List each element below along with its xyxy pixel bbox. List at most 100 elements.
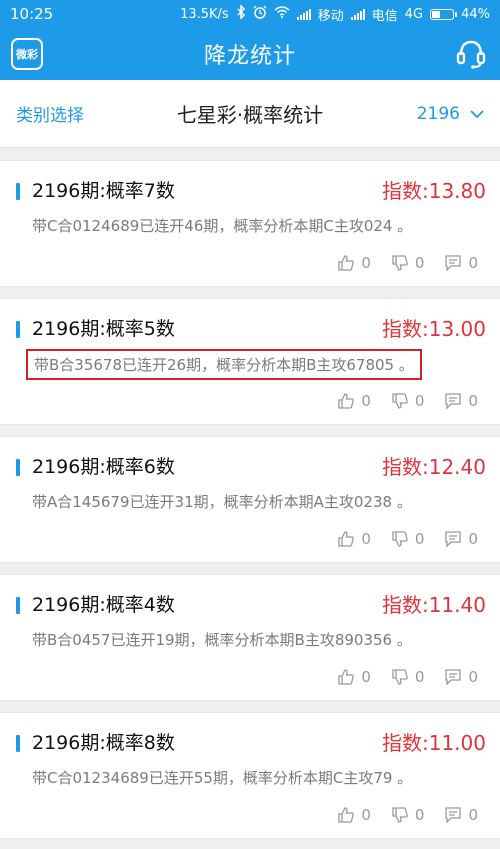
network-type: 4G [404,6,424,22]
like-button[interactable]: 0 [337,254,371,272]
item-index: 指数:12.40 [382,455,486,479]
like-button[interactable]: 0 [337,530,371,548]
comment-button[interactable]: 0 [444,392,478,410]
period-value: 2196 [416,103,460,124]
dislike-count: 0 [414,254,425,272]
stats-list: 2196期:概率7数 指数:13.80 带C合0124689已连开46期，概率分… [0,148,500,839]
comment-button[interactable]: 0 [444,668,478,686]
dislike-count: 0 [414,530,425,548]
item-description: 带C合0124689已连开46期，概率分析本期C主攻024 。 [32,217,413,235]
app-logo-text: 微彩 [16,48,38,61]
status-bar: 10:25 13.5K/s 移动 电信 4G 44% [0,0,500,28]
comment-count: 0 [468,530,478,548]
dislike-button[interactable]: 0 [391,392,425,410]
thumbs-down-icon [392,393,408,409]
item-index: 指数:13.00 [382,317,486,341]
chevron-down-icon [470,104,484,124]
item-description: 带A合145679已连开31期，概率分析本期A主攻0238 。 [32,493,412,511]
item-title: 2196期:概率5数 [32,318,175,340]
item-description: 带C合01234689已连开55期，概率分析本期C主攻79 。 [32,769,413,787]
headset-icon[interactable] [454,38,488,70]
thumbs-down-icon [392,531,408,547]
comment-count: 0 [468,668,478,686]
like-count: 0 [361,668,371,686]
item-index: 指数:13.80 [382,179,486,203]
like-count: 0 [361,530,371,548]
list-item[interactable]: 2196期:概率4数 指数:11.40 带B合0457已连开19期，概率分析本期… [0,574,500,701]
thumbs-up-icon [338,255,355,271]
item-actions: 0 0 0 [337,392,478,410]
comment-icon [445,393,462,410]
like-count: 0 [361,392,371,410]
carrier-1: 移动 [317,8,344,24]
thumbs-up-icon [338,531,355,547]
dislike-button[interactable]: 0 [391,254,425,272]
comment-icon [445,807,462,824]
list-item[interactable]: 2196期:概率5数 指数:13.00 带B合35678已连开26期，概率分析本… [0,298,500,425]
category-select-button[interactable]: 类别选择 [16,101,84,126]
dislike-button[interactable]: 0 [391,806,425,824]
item-index: 指数:11.40 [382,593,486,617]
item-actions: 0 0 0 [337,806,478,824]
battery-percent: 44% [461,6,490,22]
period-dropdown[interactable]: 2196 [417,104,484,124]
list-item[interactable]: 2196期:概率6数 指数:12.40 带A合145679已连开31期，概率分析… [0,436,500,563]
net-speed: 13.5K/s [180,6,229,22]
title-accent-bar [16,321,20,338]
battery-icon [430,8,458,20]
title-accent-bar [16,597,20,614]
signal-icon-1 [296,8,311,20]
dislike-button[interactable]: 0 [391,668,425,686]
app-logo[interactable]: 微彩 [11,38,43,70]
like-button[interactable]: 0 [337,806,371,824]
carrier-2: 电信 [371,8,398,24]
dislike-count: 0 [414,806,425,824]
alarm-icon [253,5,267,23]
status-right: 13.5K/s 移动 电信 4G 44% [180,4,490,24]
page-title: 降龙统计 [203,44,296,69]
dislike-count: 0 [414,392,425,410]
item-title: 2196期:概率7数 [32,180,175,202]
signal-icon-2 [350,8,365,20]
thumbs-down-icon [392,807,408,823]
comment-icon [445,255,462,272]
title-accent-bar [16,183,20,200]
comment-button[interactable]: 0 [444,530,478,548]
comment-count: 0 [468,806,478,824]
item-description: 带B合35678已连开26期，概率分析本期B主攻67805 。 [26,349,422,380]
item-index: 指数:11.00 [382,731,486,755]
title-accent-bar [16,459,20,476]
thumbs-up-icon [338,669,355,685]
item-title: 2196期:概率4数 [32,594,175,616]
dislike-count: 0 [414,668,425,686]
comment-icon [445,669,462,686]
comment-button[interactable]: 0 [444,806,478,824]
list-item[interactable]: 2196期:概率7数 指数:13.80 带C合0124689已连开46期，概率分… [0,160,500,287]
thumbs-down-icon [392,255,408,271]
thumbs-up-icon [338,807,355,823]
comment-button[interactable]: 0 [444,254,478,272]
title-accent-bar [16,735,20,752]
item-title: 2196期:概率6数 [32,456,175,478]
like-count: 0 [361,254,371,272]
comment-count: 0 [468,254,478,272]
comment-icon [445,531,462,548]
like-button[interactable]: 0 [337,392,371,410]
thumbs-down-icon [392,669,408,685]
comment-count: 0 [468,392,478,410]
thumbs-up-icon [338,393,355,409]
item-description: 带B合0457已连开19期，概率分析本期B主攻890356 。 [32,631,412,649]
item-actions: 0 0 0 [337,530,478,548]
item-actions: 0 0 0 [337,254,478,272]
app-header: 微彩 降龙统计 [0,28,500,80]
list-item[interactable]: 2196期:概率8数 指数:11.00 带C合01234689已连开55期，概率… [0,712,500,839]
item-actions: 0 0 0 [337,668,478,686]
bluetooth-icon [236,4,246,23]
dislike-button[interactable]: 0 [391,530,425,548]
wifi-icon [274,6,290,22]
status-time: 10:25 [10,5,54,23]
like-count: 0 [361,806,371,824]
category-bar: 类别选择 七星彩·概率统计 2196 [0,80,500,148]
like-button[interactable]: 0 [337,668,371,686]
item-title: 2196期:概率8数 [32,732,175,754]
